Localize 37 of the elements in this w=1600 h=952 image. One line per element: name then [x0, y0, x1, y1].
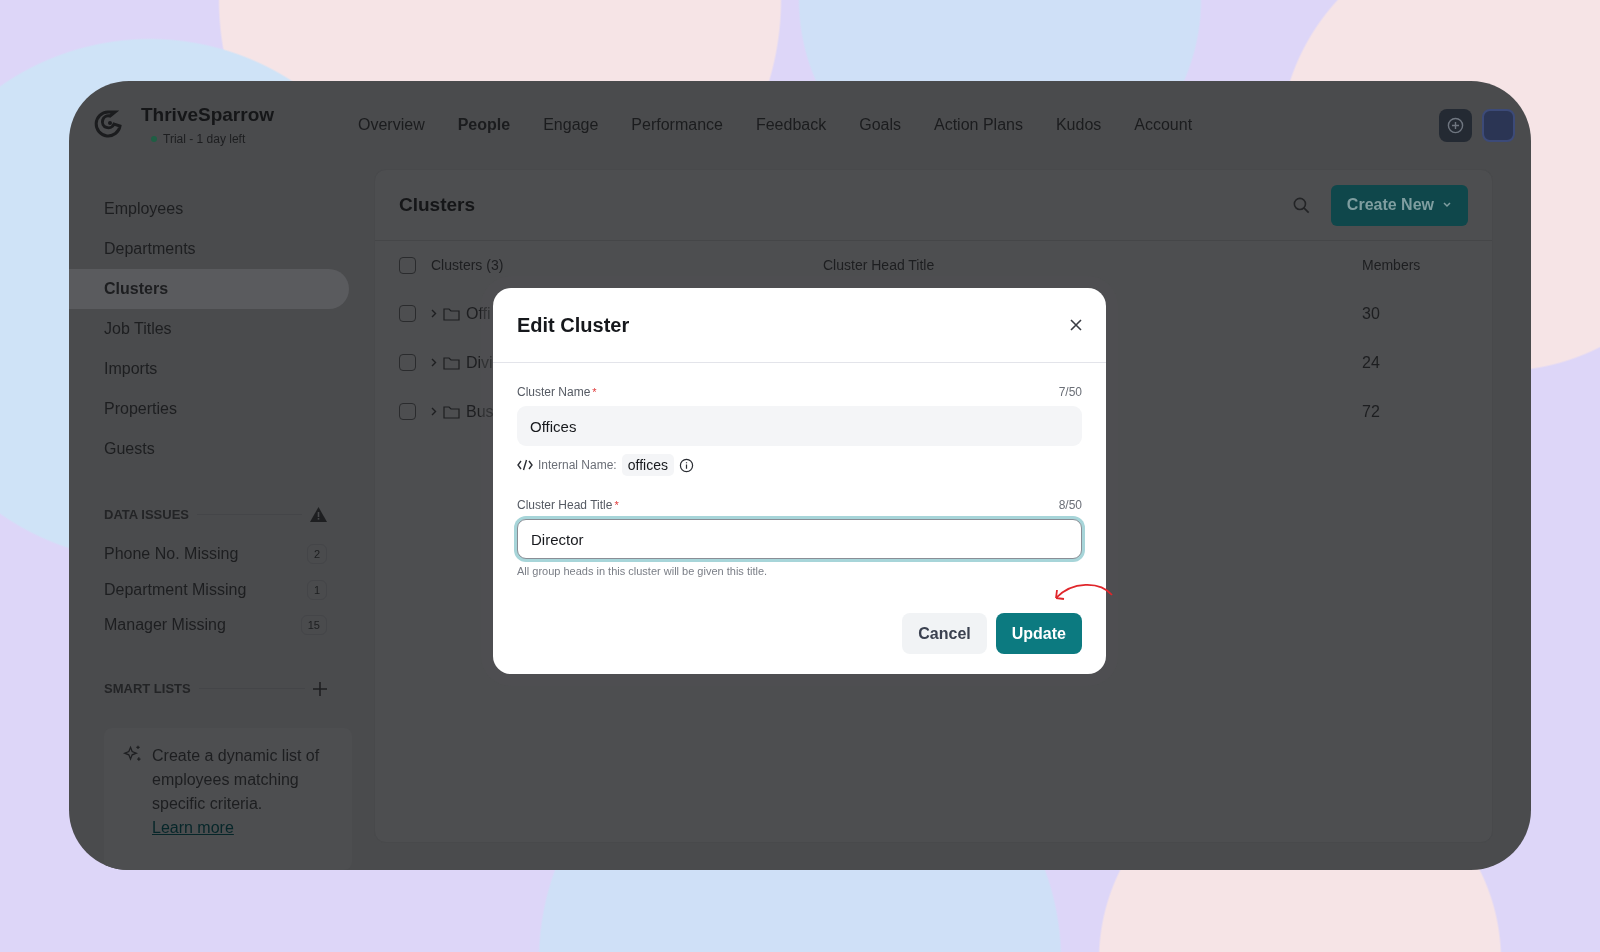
folder-icon — [443, 306, 460, 321]
folder-icon — [443, 355, 460, 370]
row-checkbox[interactable] — [399, 305, 416, 322]
close-icon[interactable] — [1070, 319, 1082, 331]
create-new-button[interactable]: Create New — [1330, 184, 1468, 226]
field-hint: All group heads in this cluster will be given this title. — [517, 565, 769, 577]
avatar[interactable] — [1482, 108, 1515, 142]
cancel-button[interactable]: Cancel — [902, 613, 987, 654]
chevron-down-icon — [1442, 200, 1452, 210]
internal-name-value: offices — [621, 454, 674, 476]
warning-icon — [310, 507, 327, 522]
chevron-right-icon[interactable] — [431, 407, 437, 416]
sparkles-icon — [122, 744, 144, 764]
folder-icon — [443, 404, 460, 419]
learn-more-link[interactable]: Learn more — [152, 819, 234, 836]
field-label: Cluster Name * — [517, 385, 597, 399]
chevron-right-icon[interactable] — [431, 309, 437, 318]
input-field[interactable]: Offices — [517, 406, 1082, 446]
select-all-checkbox[interactable] — [399, 256, 416, 274]
row-checkbox[interactable] — [399, 403, 416, 420]
add-icon[interactable] — [313, 681, 327, 696]
input-field[interactable]: Director — [517, 519, 1082, 559]
char-counter: 8/50 — [1058, 498, 1082, 512]
page-title: Clusters — [399, 194, 477, 216]
internal-name-label: Internal Name: — [538, 458, 617, 472]
sidebar-item[interactable]: Clusters — [69, 269, 349, 309]
code-icon — [517, 459, 533, 471]
info-icon — [678, 457, 694, 473]
field-label: Cluster Head Title * — [517, 498, 619, 512]
row-checkbox[interactable] — [399, 354, 416, 371]
dialog-title: Edit Cluster — [517, 313, 630, 337]
char-counter: 7/50 — [1058, 385, 1082, 399]
plus-circle-icon — [1447, 116, 1464, 134]
update-button[interactable]: Update — [995, 613, 1082, 654]
add-circle-button[interactable] — [1439, 108, 1472, 142]
chevron-right-icon[interactable] — [431, 358, 437, 367]
search-icon[interactable] — [1291, 195, 1311, 215]
